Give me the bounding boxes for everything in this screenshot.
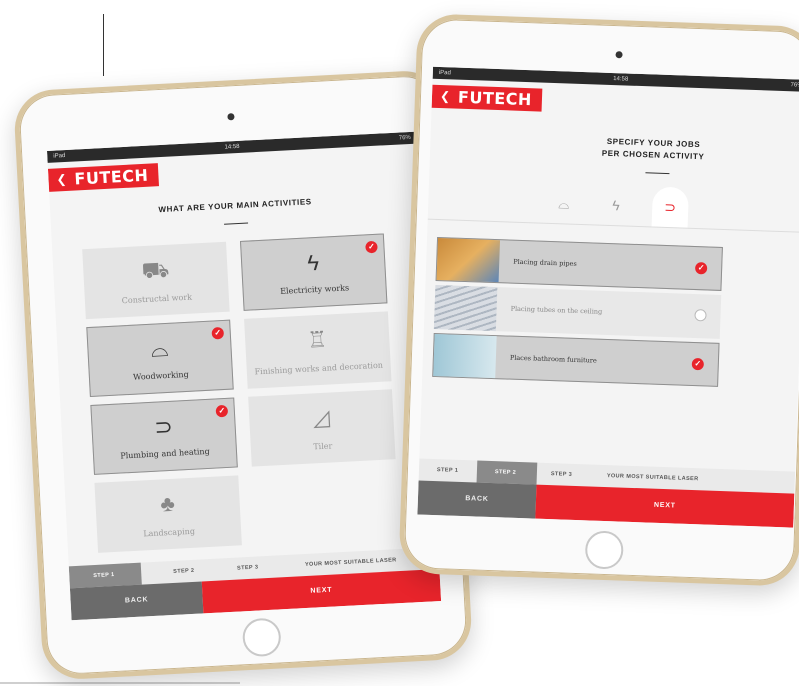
woodworking-tab-icon[interactable]: ⌓	[558, 195, 570, 212]
trowel-icon: ◿	[312, 404, 331, 431]
step-2: STEP 2	[173, 567, 195, 575]
logo-mark-icon: ❮	[56, 171, 68, 187]
check-icon: ✓	[694, 262, 708, 275]
step-2: STEP 2	[494, 469, 517, 476]
page-title: WHAT ARE YOUR MAIN ACTIVITIES	[158, 197, 312, 215]
right-screen: iPad 14:58 76% ❮ FUTECH SPECIFY YOUR JOB…	[417, 66, 799, 528]
pipe-icon: ⊃	[153, 413, 174, 440]
back-button[interactable]: BACK	[417, 480, 537, 519]
job-row-tubes-ceiling[interactable]: Placing tubes on the ceiling	[433, 284, 722, 339]
unchecked-icon	[694, 309, 707, 322]
camera	[615, 51, 623, 59]
activity-tile-finishing-works[interactable]: ♖ Finishing works and decoration	[244, 311, 392, 389]
activity-tile-landscaping[interactable]: ♣ Landscaping	[94, 475, 242, 553]
logo-text: FUTECH	[457, 87, 533, 110]
check-icon: ✓	[691, 357, 705, 371]
step-3: STEP 3	[236, 564, 259, 572]
step-1: STEP 1	[93, 572, 115, 580]
tile-label: Electricity works	[279, 283, 350, 296]
tree-icon: ♣	[159, 490, 176, 517]
camera	[227, 113, 235, 121]
job-thumbnail	[433, 284, 498, 332]
activity-tile-plumbing-heating[interactable]: ✓ ⊃ Plumbing and heating	[90, 397, 238, 475]
tile-label: Tiler	[313, 441, 333, 452]
tile-label: Woodworking	[132, 369, 189, 382]
logo-text: FUTECH	[74, 165, 149, 189]
electricity-tab-icon[interactable]: ϟ	[612, 197, 620, 213]
job-label: Places bathroom furniture	[509, 353, 597, 365]
status-time: 14:58	[224, 143, 240, 151]
job-thumbnail	[433, 333, 497, 379]
activity-tile-tiler[interactable]: ◿ Tiler	[248, 389, 396, 467]
tile-label: Landscaping	[143, 526, 196, 539]
tile-label: Plumbing and heating	[120, 446, 210, 461]
status-bar: iPad 14:58 76%	[47, 131, 418, 163]
wheelbarrow-icon: ⛟	[140, 256, 170, 284]
tabs-divider	[427, 218, 799, 233]
battery-level: 76%	[398, 134, 411, 142]
futech-logo: ❮ FUTECH	[431, 84, 543, 112]
left-screen: iPad 14:58 76% ❮ FUTECH WHAT ARE YOUR MA…	[47, 131, 442, 621]
plumbing-tab-active[interactable]: ⊃	[651, 186, 689, 228]
step-1: STEP 1	[436, 467, 459, 474]
activity-tile-woodworking[interactable]: ✓ ⌓ Woodworking	[86, 319, 234, 398]
futech-logo: ❮ FUTECH	[47, 163, 159, 192]
logo-mark-icon: ❮	[439, 89, 451, 104]
title-underline	[645, 172, 670, 175]
step-result: YOUR MOST SUITABLE LASER	[606, 473, 699, 483]
job-label: Placing tubes on the ceiling	[510, 304, 603, 316]
lightning-icon: ϟ	[306, 249, 320, 276]
activity-tile-electricity-works[interactable]: ✓ ϟ Electricity works	[239, 233, 388, 311]
tile-label: Constructal work	[121, 292, 193, 306]
decor-line-horizontal	[0, 682, 240, 684]
battery-level: 76%	[790, 82, 799, 89]
step-result: YOUR MOST SUITABLE LASER	[304, 557, 397, 569]
job-label: Placing drain pipes	[513, 257, 577, 268]
decor-line-vertical	[103, 14, 104, 76]
back-button[interactable]: BACK	[69, 581, 204, 621]
pipe-icon: ⊃	[664, 198, 677, 216]
activity-tile-constructal-work[interactable]: ⛟ Constructal work	[82, 241, 230, 320]
right-tablet: iPad 14:58 76% ❮ FUTECH SPECIFY YOUR JOB…	[398, 13, 799, 587]
left-tablet: iPad 14:58 76% ❮ FUTECH WHAT ARE YOUR MA…	[12, 69, 474, 681]
home-button	[584, 530, 624, 570]
paint-roller-icon: ♖	[306, 326, 328, 353]
job-row-drain-pipes[interactable]: Placing drain pipes ✓	[435, 236, 723, 291]
title-underline	[224, 222, 249, 225]
home-button	[241, 617, 282, 658]
job-thumbnail	[436, 238, 501, 283]
tile-label: Finishing works and decoration	[254, 360, 384, 377]
step-3: STEP 3	[550, 471, 573, 478]
job-row-bathroom-furniture[interactable]: Places bathroom furniture ✓	[432, 332, 720, 387]
plane-tool-icon: ⌓	[150, 335, 169, 362]
